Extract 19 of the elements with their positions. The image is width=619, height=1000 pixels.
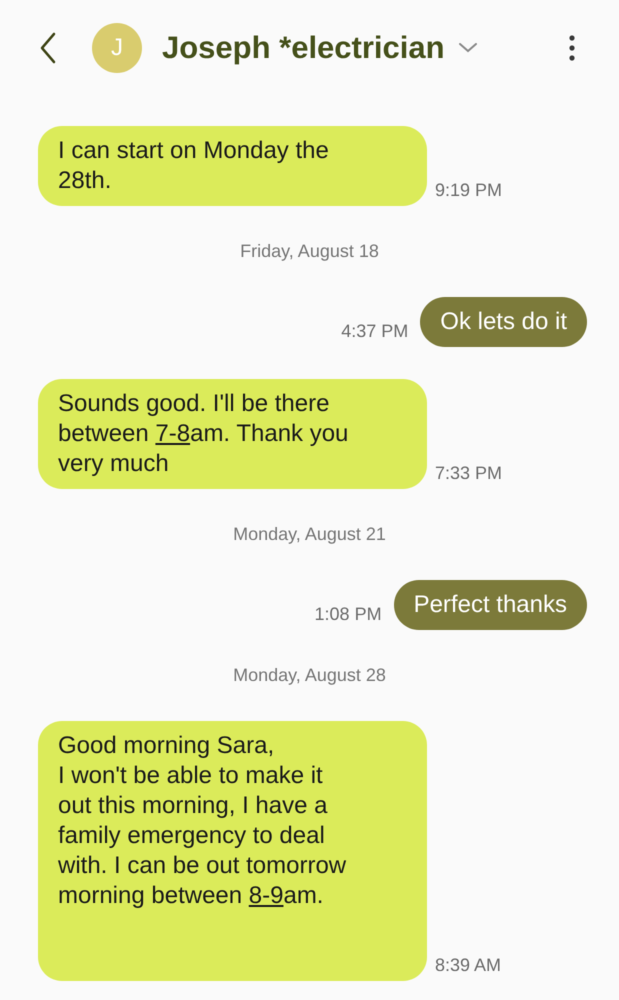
sent-message[interactable]: Ok lets do it [420, 297, 587, 347]
phone-link[interactable]: 8-9 [248, 882, 284, 909]
received-message[interactable]: Sounds good. I'll be there between 7-8am. Thank you very much [38, 379, 427, 489]
chevron-down-icon[interactable] [458, 43, 477, 53]
received-message[interactable]: Good morning Sara, I won't be able to make it out this morning, I have a family emergency to deal with. I can be out tomorrow morning between 8-9am. [38, 721, 427, 981]
contact-name[interactable]: Joseph *electrician [162, 24, 445, 72]
sent-message[interactable]: Perfect thanks [394, 580, 587, 630]
message-time: 4:37 PM [341, 320, 408, 343]
message-time: 1:08 PM [314, 603, 382, 626]
date-separator: Monday, August 21 [233, 523, 386, 546]
more-options-icon[interactable] [569, 35, 575, 61]
date-separator: Monday, August 28 [233, 664, 386, 687]
received-message[interactable]: I can start on Monday the 28th. [38, 126, 427, 206]
phone-link[interactable]: 7-8 [155, 420, 190, 447]
message-time: 8:39 AM [435, 954, 502, 977]
back-icon [40, 32, 56, 64]
date-separator: Friday, August 18 [240, 240, 379, 263]
message-time: 9:19 PM [435, 179, 502, 202]
message-time: 7:33 PM [435, 462, 502, 485]
